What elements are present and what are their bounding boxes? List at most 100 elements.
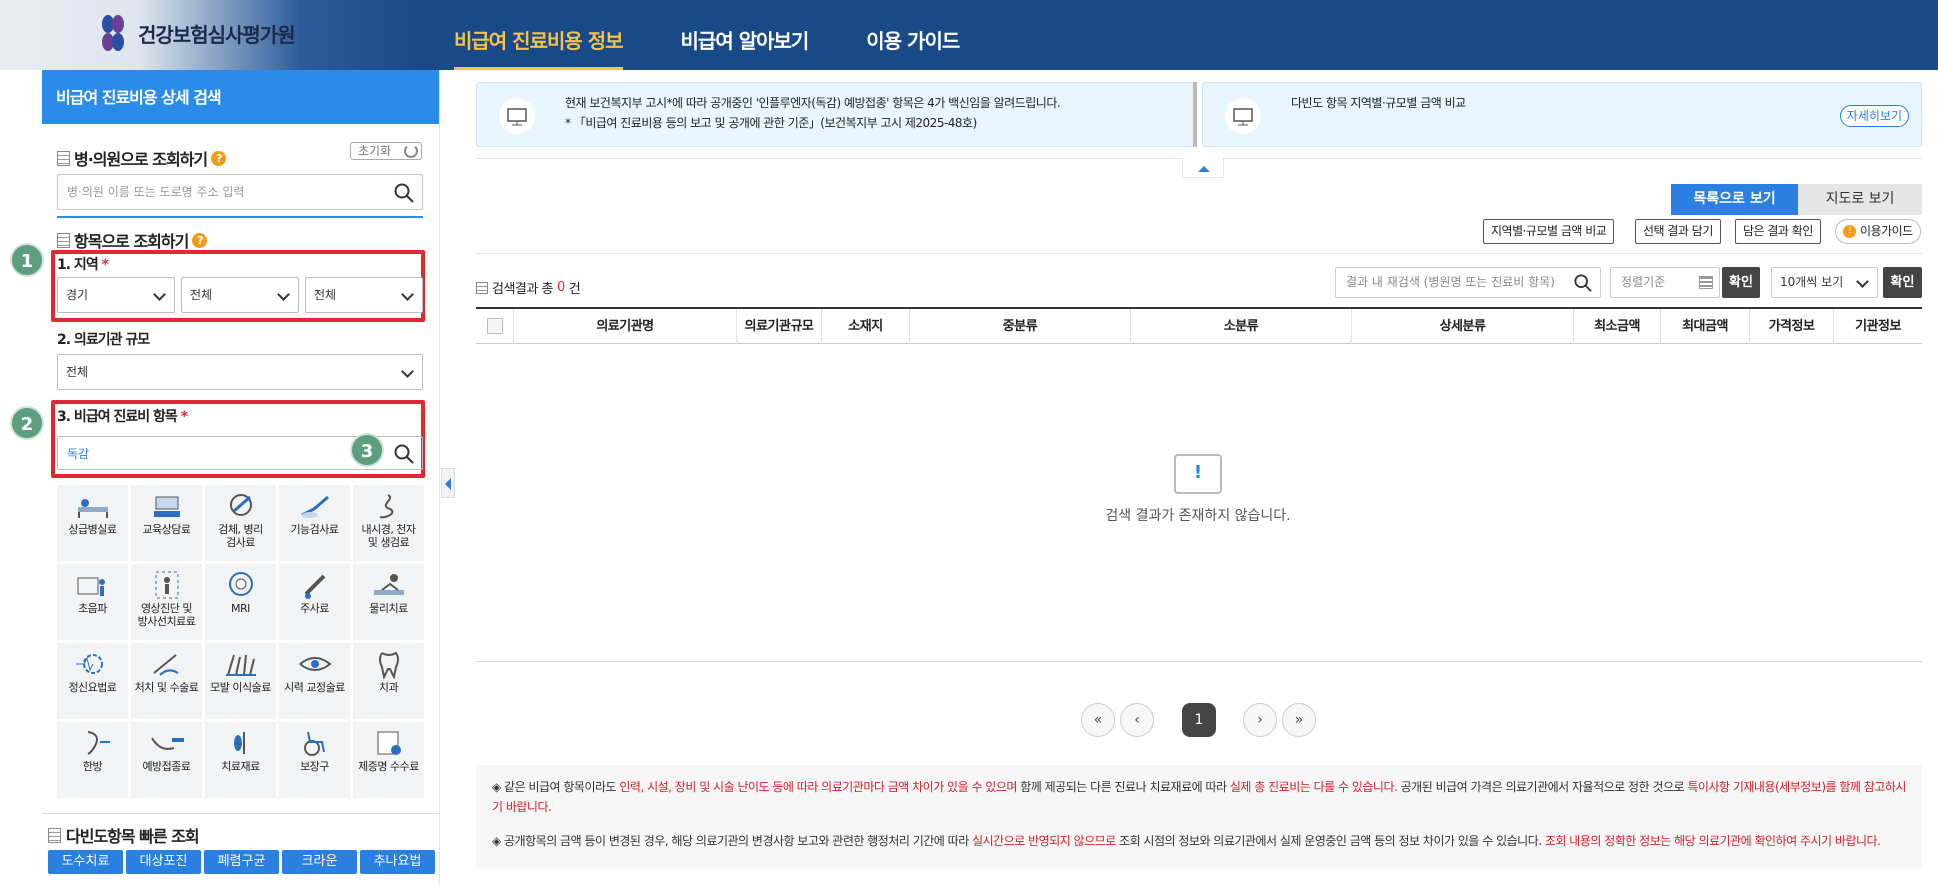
- category-grid: 상급병실료 교육상담료 검체, 병리 검사료 기능검사료 내시경, 천자 및 생…: [57, 485, 424, 798]
- disclaimer-paragraph: ◈ 공개항목의 금액 등이 변경된 경우, 해당 의료기관의 변경사항 보고와 …: [492, 831, 1906, 851]
- search-icon[interactable]: [394, 444, 414, 464]
- search-sidebar: 비급여 진료비용 상세 검색 병·의원으로 조회하기 ? 초기화 병·의원 이름…: [42, 70, 440, 885]
- column-header[interactable]: 중분류: [910, 309, 1131, 344]
- quick-button-chuna[interactable]: 추나요법: [360, 850, 435, 874]
- surgery-icon: [152, 654, 179, 676]
- category-vaccine[interactable]: 예방접종료: [131, 722, 202, 798]
- tab-map-view[interactable]: 지도로 보기: [1798, 184, 1922, 215]
- top-header: 건강보험심사평가원 비급여 진료비용 정보 비급여 알아보기 이용 가이드: [0, 0, 1938, 70]
- hospital-search-input[interactable]: 병·의원 이름 또는 도로명 주소 입력: [57, 174, 423, 210]
- category-pathology[interactable]: 검체, 병리 검사료: [205, 485, 276, 561]
- quick-button-pneumococcal[interactable]: 폐렴구균: [204, 850, 279, 874]
- column-header[interactable]: 상세분류: [1352, 309, 1574, 344]
- category-mri[interactable]: MRI: [205, 564, 276, 640]
- region-province-select[interactable]: 경기: [57, 277, 175, 313]
- nonpay-item-label: 3. 비급여 진료비 항목 *: [57, 409, 188, 425]
- first-page-button[interactable]: «: [1081, 703, 1115, 737]
- quick-button-crown[interactable]: 크라운: [282, 850, 357, 874]
- sidebar-title: 비급여 진료비용 상세 검색: [42, 70, 439, 124]
- sidebar-collapse-toggle[interactable]: [441, 468, 455, 498]
- add-selection-button[interactable]: 선택 결과 담기: [1635, 219, 1721, 244]
- chevron-down-icon: [401, 365, 414, 378]
- disclaimer-segment: 조회 시점의 정보와 의료기관에서 실제 운영중인 금액 등의 정보 차이가 있…: [1115, 834, 1545, 848]
- category-vision[interactable]: 시력 교정술료: [279, 643, 350, 719]
- search-icon[interactable]: [394, 183, 414, 203]
- select-all-checkbox[interactable]: [486, 318, 503, 334]
- tab-list-view[interactable]: 목록으로 보기: [1671, 184, 1798, 215]
- column-header[interactable]: 소재지: [822, 309, 910, 344]
- category-function-test[interactable]: 기능검사료: [279, 485, 350, 561]
- column-header[interactable]: 최대금액: [1661, 309, 1750, 344]
- category-imaging[interactable]: 영상진단 및 방사선치료료: [131, 564, 202, 640]
- wheelchair-icon: [303, 731, 325, 756]
- category-endoscopy[interactable]: 내시경, 천자 및 생검료: [353, 485, 424, 561]
- item-search-heading: 항목으로 조회하기 ?: [57, 228, 208, 252]
- sort-icon: [1699, 276, 1713, 289]
- category-certificate[interactable]: 제증명 수수료: [353, 722, 424, 798]
- column-header[interactable]: 가격정보: [1750, 309, 1834, 344]
- quick-button-shingles[interactable]: 대상포진: [126, 850, 201, 874]
- category-room[interactable]: 상급병실료: [57, 485, 128, 561]
- category-hair[interactable]: 모발 이식술료: [205, 643, 276, 719]
- material-icon: [233, 732, 245, 754]
- result-table-header: 의료기관명 의료기관규모 소재지 중분류 소분류 상세분류 최소금액 최대금액 …: [476, 307, 1922, 344]
- hair-icon: [225, 654, 256, 676]
- prev-page-button[interactable]: ‹: [1120, 703, 1154, 737]
- logo[interactable]: 건강보험심사평가원: [98, 14, 296, 52]
- scrollbar[interactable]: [1193, 82, 1197, 147]
- monitor-icon: [1225, 98, 1261, 134]
- per-page-confirm-button[interactable]: 확인: [1883, 267, 1922, 298]
- more-button[interactable]: 자세히보기: [1839, 105, 1909, 127]
- category-ultrasound[interactable]: 초음파: [57, 564, 128, 640]
- sort-select[interactable]: 정렬기준: [1610, 267, 1720, 298]
- next-page-button[interactable]: ›: [1243, 703, 1277, 737]
- compare-price-button[interactable]: 지역별·규모별 금액 비교: [1483, 219, 1615, 244]
- counseling-icon: [153, 496, 180, 517]
- last-page-button[interactable]: »: [1282, 703, 1316, 737]
- column-header[interactable]: 최소금액: [1574, 309, 1661, 344]
- category-injection[interactable]: 주사료: [279, 564, 350, 640]
- category-physio[interactable]: 물리치료: [353, 564, 424, 640]
- category-surgery[interactable]: 처치 및 수술료: [131, 643, 202, 719]
- nav-item-guide[interactable]: 이용 가이드: [866, 0, 960, 70]
- sort-confirm-button[interactable]: 확인: [1722, 267, 1760, 298]
- notice-text: 현재 보건복지부 고시*에 따라 공개중인 '인플루엔자(독감) 예방접종' 항…: [565, 96, 1061, 130]
- user-guide-button[interactable]: ! 이용가이드: [1835, 219, 1921, 244]
- region-district-select[interactable]: 전체: [305, 277, 423, 313]
- category-education[interactable]: 교육상담료: [131, 485, 202, 561]
- nav-item-nonpay-info[interactable]: 비급여 진료비용 정보: [454, 0, 624, 70]
- category-material[interactable]: 치료재료: [205, 722, 276, 798]
- nav-item-nonpay-learn[interactable]: 비급여 알아보기: [681, 0, 810, 70]
- page-number-button[interactable]: 1: [1182, 703, 1216, 737]
- quick-button-manual-therapy[interactable]: 도수치료: [48, 850, 123, 874]
- microscope-icon: [229, 494, 252, 516]
- divider: [476, 253, 1922, 254]
- facility-size-select[interactable]: 전체: [57, 354, 423, 390]
- help-icon[interactable]: ?: [211, 150, 227, 166]
- column-header[interactable]: 의료기관규모: [737, 309, 822, 344]
- category-psychiatry[interactable]: 정신요법료: [57, 643, 128, 719]
- disclaimer-segment: ◈ 공개항목의 금액 등이 변경된 경우, 해당 의료기관의 변경사항 보고와 …: [492, 834, 973, 848]
- category-oriental[interactable]: 한방: [57, 722, 128, 798]
- tooth-icon: [378, 651, 399, 679]
- column-header[interactable]: 소분류: [1131, 309, 1352, 344]
- notice-comparison: 다빈도 항목 지역별·규모별 금액 비교 자세히보기: [1202, 82, 1922, 147]
- result-search-input[interactable]: 결과 내 재검색 (병원명 또는 진료비 항목): [1335, 267, 1601, 298]
- view-saved-button[interactable]: 담은 결과 확인: [1735, 219, 1821, 244]
- column-header[interactable]: 기관정보: [1834, 309, 1922, 344]
- quick-search-buttons: 도수치료 대상포진 폐렴구균 크라운 추나요법: [48, 850, 435, 874]
- help-icon[interactable]: ?: [192, 232, 208, 248]
- xray-icon: [155, 571, 178, 599]
- region-city-select[interactable]: 전체: [181, 277, 299, 313]
- building-icon: [57, 150, 70, 166]
- info-icon: !: [1843, 225, 1856, 238]
- monitor-icon: [499, 98, 535, 134]
- certificate-icon: [377, 731, 401, 755]
- category-assistive[interactable]: 보장구: [279, 722, 350, 798]
- column-header[interactable]: 의료기관명: [514, 309, 737, 344]
- search-icon[interactable]: [1574, 274, 1592, 292]
- reset-button[interactable]: 초기화: [350, 142, 422, 160]
- notice-collapse-button[interactable]: [1182, 158, 1224, 178]
- category-dental[interactable]: 치과: [353, 643, 424, 719]
- per-page-select[interactable]: 10개씩 보기: [1771, 267, 1878, 298]
